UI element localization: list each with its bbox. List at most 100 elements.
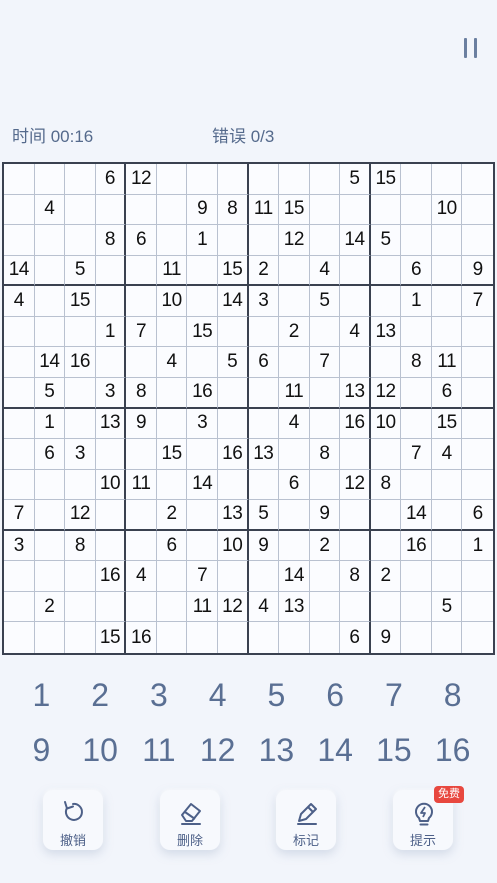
- board-cell[interactable]: [309, 561, 341, 592]
- board-cell[interactable]: [4, 469, 35, 501]
- board-cell[interactable]: 4: [309, 255, 341, 287]
- board-cell[interactable]: [431, 286, 463, 317]
- board-cell[interactable]: 9: [371, 622, 402, 653]
- undo-button[interactable]: 撤销: [43, 790, 103, 850]
- board-cell[interactable]: 8: [401, 347, 432, 378]
- board-cell[interactable]: 5: [248, 500, 280, 531]
- board-cell[interactable]: 14: [4, 255, 35, 287]
- board-cell[interactable]: [462, 195, 493, 226]
- board-cell[interactable]: 2: [156, 500, 188, 531]
- board-cell[interactable]: [156, 164, 188, 195]
- board-cell[interactable]: [65, 561, 96, 592]
- board-cell[interactable]: [462, 561, 493, 592]
- board-cell[interactable]: 4: [248, 591, 280, 623]
- board-cell[interactable]: [401, 225, 432, 256]
- board-cell[interactable]: [217, 561, 249, 592]
- board-cell[interactable]: [279, 164, 310, 195]
- board-cell[interactable]: 8: [309, 439, 341, 470]
- board-cell[interactable]: [462, 317, 493, 348]
- number-key-7[interactable]: 7: [365, 668, 424, 723]
- board-cell[interactable]: 8: [217, 194, 249, 226]
- board-cell[interactable]: 13: [340, 377, 371, 409]
- board-cell[interactable]: [340, 530, 371, 562]
- board-cell[interactable]: [431, 469, 463, 501]
- board-cell[interactable]: [401, 591, 432, 623]
- board-cell[interactable]: 5: [65, 255, 96, 287]
- board-cell[interactable]: [34, 164, 66, 195]
- board-cell[interactable]: [34, 286, 66, 317]
- board-cell[interactable]: [401, 622, 432, 653]
- board-cell[interactable]: 12: [65, 500, 96, 531]
- board-cell[interactable]: [217, 164, 249, 195]
- board-cell[interactable]: [309, 225, 341, 256]
- board-cell[interactable]: [156, 225, 188, 256]
- board-cell[interactable]: 5: [340, 164, 371, 195]
- board-cell[interactable]: [309, 316, 341, 348]
- board-cell[interactable]: [462, 409, 493, 440]
- board-cell[interactable]: [249, 622, 280, 653]
- board-cell[interactable]: 3: [65, 439, 96, 470]
- board-cell[interactable]: 1: [34, 408, 66, 440]
- board-cell[interactable]: [95, 194, 127, 226]
- board-cell[interactable]: 9: [248, 530, 280, 562]
- number-key-13[interactable]: 13: [247, 723, 306, 778]
- board-cell[interactable]: [279, 286, 310, 317]
- board-cell[interactable]: 16: [95, 561, 127, 592]
- board-cell[interactable]: [248, 469, 280, 501]
- board-cell[interactable]: [309, 164, 341, 195]
- board-cell[interactable]: [34, 316, 66, 348]
- board-cell[interactable]: [370, 530, 402, 562]
- board-cell[interactable]: 4: [34, 194, 66, 226]
- board-cell[interactable]: 5: [34, 377, 66, 409]
- board-cell[interactable]: [279, 530, 310, 562]
- board-cell[interactable]: [462, 378, 493, 409]
- board-cell[interactable]: 11: [126, 469, 157, 501]
- board-cell[interactable]: [340, 439, 371, 470]
- board-cell[interactable]: [156, 591, 188, 623]
- board-cell[interactable]: 13: [279, 591, 310, 623]
- board-cell[interactable]: 13: [95, 408, 127, 440]
- board-cell[interactable]: [401, 194, 432, 226]
- board-cell[interactable]: [156, 408, 188, 440]
- board-cell[interactable]: 14: [217, 286, 249, 317]
- board-cell[interactable]: [95, 500, 127, 531]
- board-cell[interactable]: [462, 164, 493, 195]
- board-cell[interactable]: 16: [340, 408, 371, 440]
- board-cell[interactable]: [65, 408, 96, 440]
- board-cell[interactable]: 8: [65, 530, 96, 562]
- board-cell[interactable]: [370, 500, 402, 531]
- board-cell[interactable]: [217, 408, 249, 440]
- board-cell[interactable]: 11: [187, 591, 218, 623]
- board-cell[interactable]: [4, 439, 35, 470]
- board-cell[interactable]: [218, 622, 249, 653]
- board-cell[interactable]: [431, 500, 463, 531]
- board-cell[interactable]: [187, 439, 218, 470]
- board-cell[interactable]: 4: [279, 408, 310, 440]
- board-cell[interactable]: 5: [217, 347, 249, 378]
- board-cell[interactable]: [4, 408, 35, 440]
- board-cell[interactable]: [401, 316, 432, 348]
- board-cell[interactable]: 13: [370, 316, 402, 348]
- board-cell[interactable]: [248, 561, 280, 592]
- board-cell[interactable]: [401, 408, 432, 440]
- board-cell[interactable]: [279, 255, 310, 287]
- board-cell[interactable]: [401, 561, 432, 592]
- board-cell[interactable]: 15: [279, 194, 310, 226]
- board-cell[interactable]: [126, 500, 157, 531]
- board-cell[interactable]: [431, 164, 463, 195]
- board-cell[interactable]: 14: [340, 225, 371, 256]
- board-cell[interactable]: [34, 469, 66, 501]
- board-cell[interactable]: [65, 164, 96, 195]
- board-cell[interactable]: 14: [279, 561, 310, 592]
- board-cell[interactable]: [431, 225, 463, 256]
- board-cell[interactable]: 12: [126, 164, 157, 195]
- board-cell[interactable]: [340, 286, 371, 317]
- board-cell[interactable]: 16: [126, 622, 157, 653]
- board-cell[interactable]: [248, 225, 280, 256]
- board-cell[interactable]: [187, 164, 218, 195]
- number-key-2[interactable]: 2: [71, 668, 130, 723]
- board-cell[interactable]: 10: [95, 469, 127, 501]
- board-cell[interactable]: [401, 377, 432, 409]
- board-cell[interactable]: 13: [248, 439, 280, 470]
- board-cell[interactable]: [4, 622, 35, 653]
